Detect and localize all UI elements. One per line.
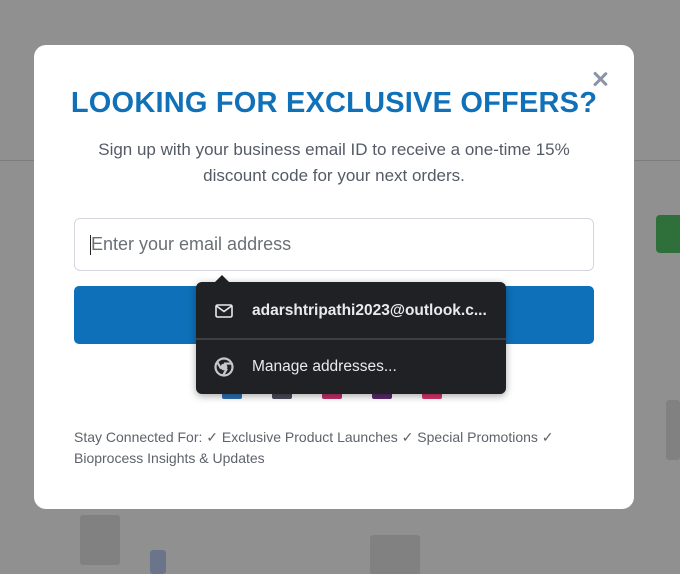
footer-text: Stay Connected For: ✓ Exclusive Product … [74, 429, 554, 466]
autofill-suggestion[interactable]: adarshtripathi2023@outlook.c... [196, 284, 506, 338]
manage-addresses-item[interactable]: Manage addresses... [196, 340, 506, 394]
modal-subtitle: Sign up with your business email ID to r… [98, 140, 570, 185]
chrome-icon [214, 357, 234, 377]
modal-title: LOOKING FOR EXCLUSIVE OFFERS? [70, 87, 598, 119]
offer-modal: LOOKING FOR EXCLUSIVE OFFERS? Sign up wi… [34, 45, 634, 509]
background-button [656, 215, 680, 253]
text-caret [90, 235, 91, 255]
background-image [80, 515, 120, 565]
autofill-popup: adarshtripathi2023@outlook.c... Manage a… [196, 275, 506, 394]
manage-addresses-label: Manage addresses... [252, 358, 397, 375]
popup-arrow [214, 275, 230, 283]
background-image [150, 550, 166, 574]
mail-icon [214, 301, 234, 321]
background-image [666, 400, 680, 460]
email-input[interactable] [74, 218, 594, 271]
suggestion-email: adarshtripathi2023@outlook.c... [252, 302, 487, 319]
close-icon[interactable] [592, 71, 608, 87]
background-image [370, 535, 420, 574]
